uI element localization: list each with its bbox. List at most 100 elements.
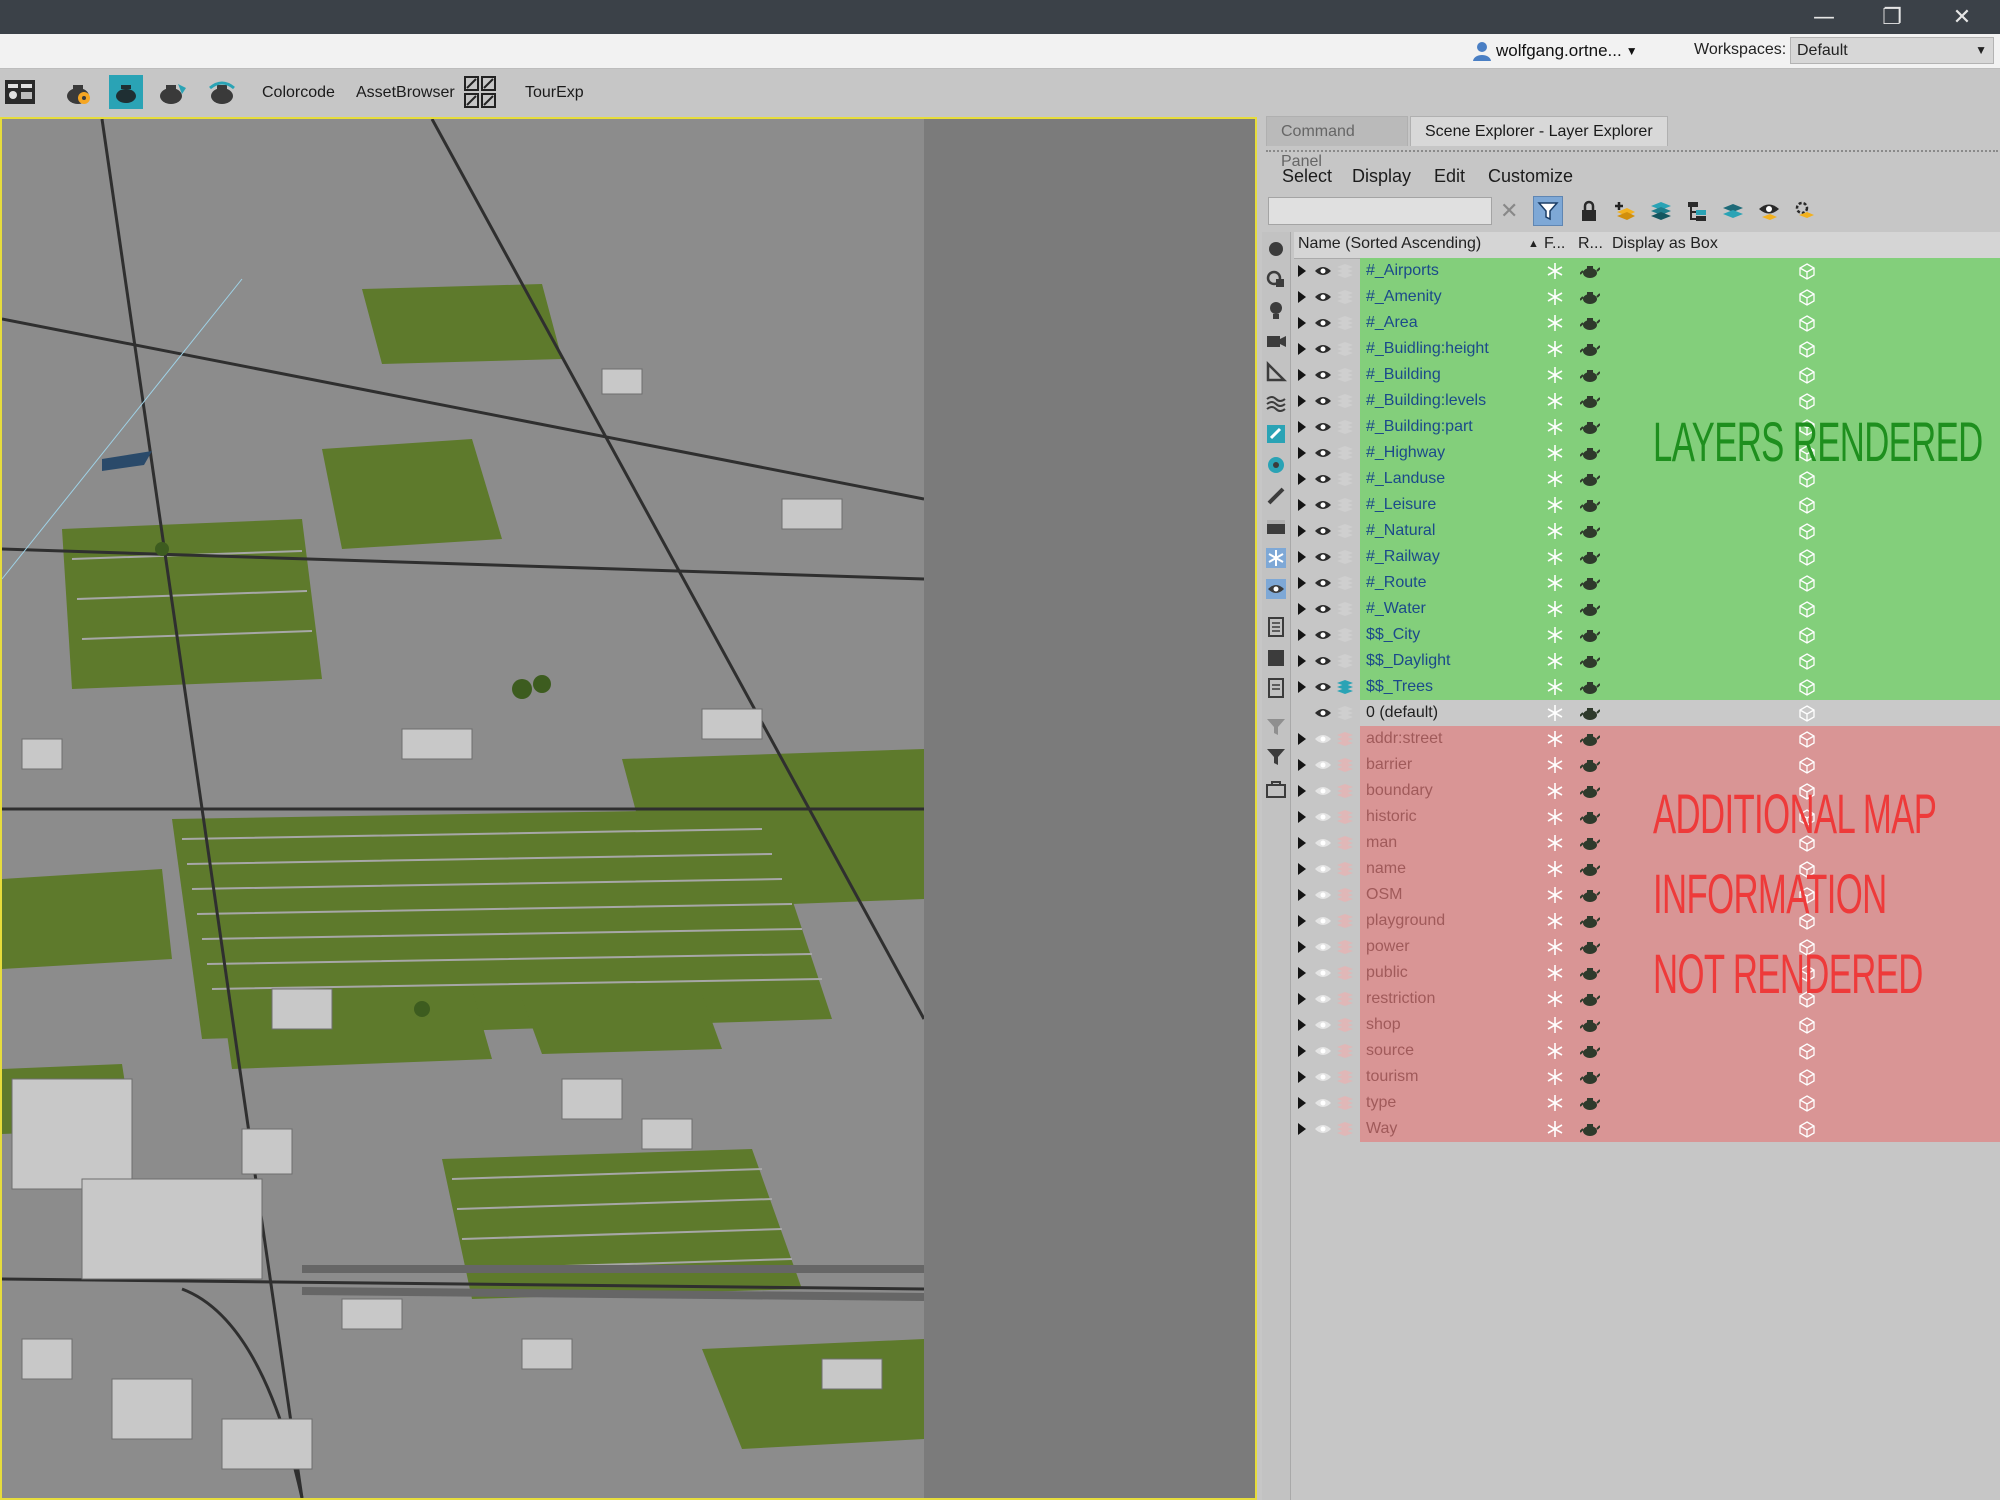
snowflake-icon[interactable] xyxy=(1546,808,1564,826)
layer-name[interactable]: #_Area xyxy=(1366,314,1418,332)
layer-name[interactable]: $$_City xyxy=(1366,626,1420,644)
eye-icon[interactable] xyxy=(1314,497,1332,513)
expand-arrow-icon[interactable] xyxy=(1298,681,1306,693)
snowflake-icon[interactable] xyxy=(1546,704,1564,722)
render-teapot-gear-icon[interactable] xyxy=(60,74,96,110)
containers-filter-icon[interactable] xyxy=(1265,516,1287,538)
cameras-filter-icon[interactable] xyxy=(1265,330,1287,352)
square-icon[interactable] xyxy=(1265,647,1287,669)
layer-row[interactable]: source xyxy=(1294,1038,2000,1064)
teapot-icon[interactable] xyxy=(1580,1094,1600,1112)
filter-button[interactable] xyxy=(1533,196,1563,226)
snowflake-icon[interactable] xyxy=(1546,470,1564,488)
layer-name[interactable]: #_Leisure xyxy=(1366,496,1436,514)
layer-name[interactable]: man xyxy=(1366,834,1397,852)
hierarchy-button[interactable] xyxy=(1682,196,1712,226)
expand-arrow-icon[interactable] xyxy=(1298,889,1306,901)
box-icon[interactable] xyxy=(1798,548,1816,566)
teapot-icon[interactable] xyxy=(1580,652,1600,670)
eye-icon[interactable] xyxy=(1314,627,1332,643)
snowflake-icon[interactable] xyxy=(1546,340,1564,358)
box-icon[interactable] xyxy=(1798,574,1816,592)
layer-row[interactable]: $$_Daylight xyxy=(1294,648,2000,674)
layer-name[interactable]: type xyxy=(1366,1094,1396,1112)
rendered-frame-icon[interactable] xyxy=(108,74,144,110)
expand-arrow-icon[interactable] xyxy=(1298,1123,1306,1135)
tab-scene-explorer[interactable]: Scene Explorer - Layer Explorer xyxy=(1410,116,1668,146)
teapot-icon[interactable] xyxy=(1580,782,1600,800)
layer-name[interactable]: boundary xyxy=(1366,782,1433,800)
teapot-icon[interactable] xyxy=(1580,756,1600,774)
layer-name[interactable]: playground xyxy=(1366,912,1445,930)
snowflake-icon[interactable] xyxy=(1546,912,1564,930)
layer-row[interactable]: #_Amenity xyxy=(1294,284,2000,310)
menu-edit[interactable]: Edit xyxy=(1434,166,1465,187)
shapes-filter-icon[interactable] xyxy=(1265,268,1287,290)
xrefs-filter-icon[interactable] xyxy=(1265,454,1287,476)
layer-name[interactable]: #_Water xyxy=(1366,600,1426,618)
box-icon[interactable] xyxy=(1798,366,1816,384)
teapot-icon[interactable] xyxy=(1580,444,1600,462)
eye-icon[interactable] xyxy=(1314,991,1332,1007)
layer-row[interactable]: #_Building xyxy=(1294,362,2000,388)
eye-icon[interactable] xyxy=(1314,653,1332,669)
snowflake-icon[interactable] xyxy=(1546,392,1564,410)
bones-filter-icon[interactable] xyxy=(1265,485,1287,507)
teapot-icon[interactable] xyxy=(1580,1120,1600,1138)
expand-arrow-icon[interactable] xyxy=(1298,369,1306,381)
teapot-icon[interactable] xyxy=(1580,938,1600,956)
expand-arrow-icon[interactable] xyxy=(1298,993,1306,1005)
eye-icon[interactable] xyxy=(1314,523,1332,539)
column-render-header[interactable]: R... xyxy=(1578,235,1603,253)
expand-arrow-icon[interactable] xyxy=(1298,655,1306,667)
layer-name[interactable]: #_Airports xyxy=(1366,262,1439,280)
layer-row[interactable]: Way xyxy=(1294,1116,2000,1142)
teapot-icon[interactable] xyxy=(1580,340,1600,358)
eye-icon[interactable] xyxy=(1314,341,1332,357)
expand-arrow-icon[interactable] xyxy=(1298,863,1306,875)
layer-name[interactable]: #_Highway xyxy=(1366,444,1445,462)
layer-name[interactable]: restriction xyxy=(1366,990,1435,1008)
asset-browser-button[interactable]: AssetBrowser xyxy=(356,84,455,102)
expand-arrow-icon[interactable] xyxy=(1298,525,1306,537)
box-icon[interactable] xyxy=(1798,1016,1816,1034)
snowflake-icon[interactable] xyxy=(1546,366,1564,384)
list-icon[interactable] xyxy=(1265,616,1287,638)
layer-name[interactable]: #_Buidling:height xyxy=(1366,340,1489,358)
teapot-icon[interactable] xyxy=(1580,496,1600,514)
lights-filter-icon[interactable] xyxy=(1265,299,1287,321)
eye-icon[interactable] xyxy=(1314,419,1332,435)
box-icon[interactable] xyxy=(1798,652,1816,670)
layer-row[interactable]: shop xyxy=(1294,1012,2000,1038)
snowflake-icon[interactable] xyxy=(1546,626,1564,644)
snowflake-icon[interactable] xyxy=(1546,288,1564,306)
perspective-viewport[interactable] xyxy=(0,117,1257,1500)
layer-name[interactable]: #_Building xyxy=(1366,366,1441,384)
expand-arrow-icon[interactable] xyxy=(1298,811,1306,823)
minimize-button[interactable]: — xyxy=(1794,0,1854,34)
teapot-icon[interactable] xyxy=(1580,314,1600,332)
layer-name[interactable]: source xyxy=(1366,1042,1414,1060)
eye-icon[interactable] xyxy=(1314,471,1332,487)
tourexp-button[interactable]: TourExp xyxy=(525,84,584,102)
snowflake-icon[interactable] xyxy=(1546,678,1564,696)
expand-arrow-icon[interactable] xyxy=(1298,1019,1306,1031)
expand-arrow-icon[interactable] xyxy=(1298,915,1306,927)
expand-arrow-icon[interactable] xyxy=(1298,1045,1306,1057)
teapot-icon[interactable] xyxy=(1580,834,1600,852)
snowflake-icon[interactable] xyxy=(1546,1016,1564,1034)
eye-icon[interactable] xyxy=(1314,263,1332,279)
lock-button[interactable] xyxy=(1574,196,1604,226)
snowflake-icon[interactable] xyxy=(1546,756,1564,774)
snowflake-icon[interactable] xyxy=(1546,938,1564,956)
eye-icon[interactable] xyxy=(1314,835,1332,851)
box-icon[interactable] xyxy=(1798,678,1816,696)
snowflake-icon[interactable] xyxy=(1546,886,1564,904)
layer-name[interactable]: #_Amenity xyxy=(1366,288,1442,306)
layer-name[interactable]: shop xyxy=(1366,1016,1401,1034)
layer-name[interactable]: #_Railway xyxy=(1366,548,1440,566)
teapot-icon[interactable] xyxy=(1580,522,1600,540)
expand-arrow-icon[interactable] xyxy=(1298,577,1306,589)
expand-arrow-icon[interactable] xyxy=(1298,421,1306,433)
teapot-icon[interactable] xyxy=(1580,1068,1600,1086)
